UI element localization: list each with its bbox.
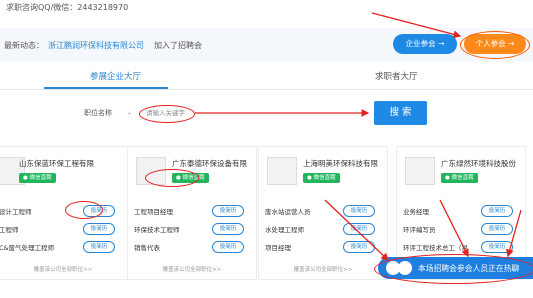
- arrow-to-chat-bar-2: [439, 199, 469, 258]
- arrow-to-chat-bar-3: [506, 209, 522, 258]
- arrow-to-personal-join: [371, 12, 462, 39]
- arrow-to-chat-bar-1: [324, 199, 389, 261]
- annotation-arrows: [195, 12, 522, 261]
